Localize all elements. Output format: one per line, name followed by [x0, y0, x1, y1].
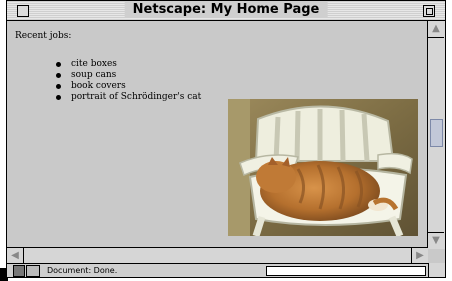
- status-text: Document: Done.: [47, 266, 118, 275]
- arrow-right-icon[interactable]: ▶: [411, 248, 428, 264]
- title-bar[interactable]: Netscape: My Home Page: [7, 1, 445, 21]
- recent-jobs-heading: Recent jobs:: [15, 31, 72, 41]
- page-content: Recent jobs: cite boxes soup cans book c…: [7, 21, 428, 249]
- zoom-box-icon[interactable]: [423, 5, 435, 17]
- window-title: Netscape: My Home Page: [124, 2, 328, 18]
- browser-window: Netscape: My Home Page Recent jobs: cite…: [6, 0, 446, 278]
- arrow-down-icon[interactable]: ▼: [428, 232, 444, 249]
- jobs-list: cite boxes soup cans book covers portrai…: [55, 59, 201, 103]
- resize-box-icon[interactable]: [428, 263, 445, 277]
- progress-bar: [266, 266, 426, 276]
- list-item: book covers: [55, 81, 201, 92]
- list-item: cite boxes: [55, 59, 201, 70]
- close-box-icon[interactable]: [17, 5, 29, 17]
- horizontal-scrollbar[interactable]: ◀ ▶: [7, 247, 428, 264]
- vertical-scrollbar[interactable]: ▲ ▼: [427, 21, 445, 249]
- status-bar: Document: Done.: [7, 263, 445, 277]
- netscape-status-icon: [13, 265, 25, 277]
- arrow-up-icon[interactable]: ▲: [428, 21, 444, 38]
- list-item: portrait of Schrödinger's cat: [55, 92, 201, 103]
- scroll-thumb[interactable]: [430, 119, 443, 147]
- list-item: soup cans: [55, 70, 201, 81]
- broken-key-icon[interactable]: [26, 265, 40, 277]
- cat-on-chair-photo: [228, 99, 418, 236]
- arrow-left-icon[interactable]: ◀: [7, 248, 24, 264]
